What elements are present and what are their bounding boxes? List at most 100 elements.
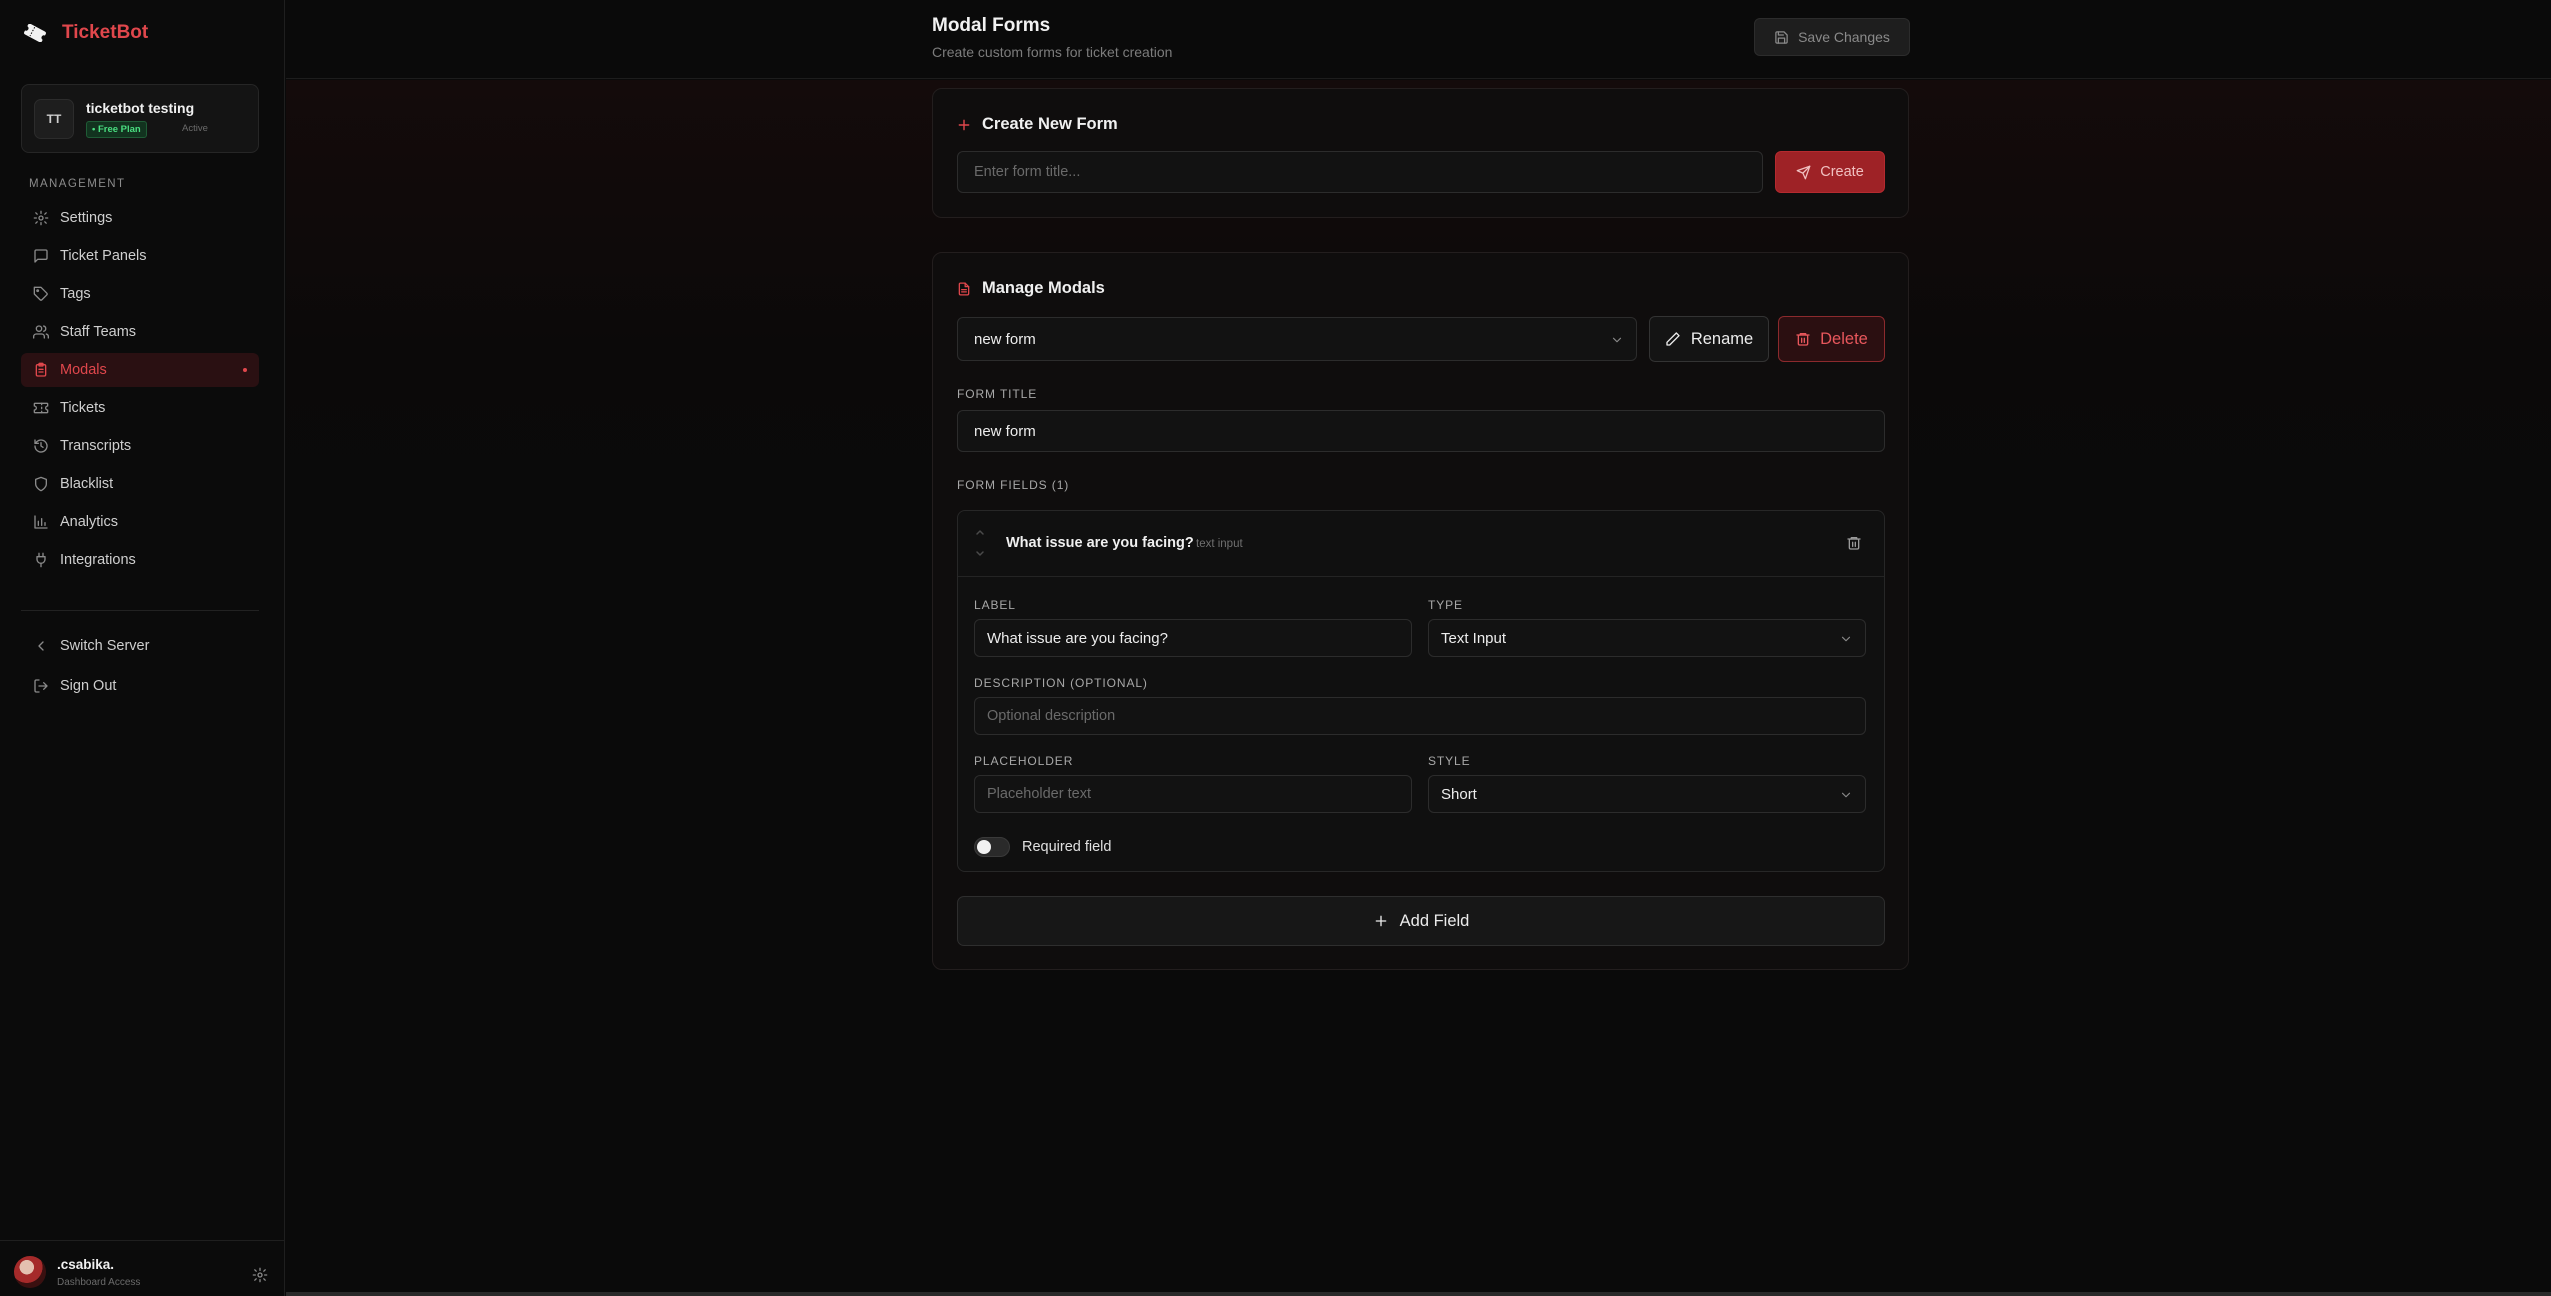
form-title-value: new form (974, 422, 1036, 440)
ticket-icon (33, 400, 49, 416)
sidebar-item-tags[interactable]: Tags (21, 277, 259, 311)
server-avatar: TT (34, 99, 74, 139)
sidebar-item-label: Settings (60, 210, 113, 226)
add-field-label: Add Field (1399, 911, 1470, 930)
sidebar-item-label: Tickets (60, 400, 106, 416)
server-status: Active (182, 123, 208, 134)
sidebar-item-label: Analytics (60, 514, 119, 530)
form-title-input[interactable] (957, 151, 1763, 193)
delete-button[interactable]: Delete (1778, 316, 1885, 362)
sidebar-item-staff-teams[interactable]: Staff Teams (21, 315, 259, 349)
modal-select-value: new form (974, 330, 1036, 348)
sidebar-item-label: Modals (60, 362, 107, 378)
sidebar-item-settings[interactable]: Settings (21, 201, 259, 235)
field-style-select[interactable]: Short (1428, 775, 1866, 813)
user-role: Dashboard Access (57, 1277, 141, 1288)
plus-icon (1373, 913, 1389, 929)
field-description-input[interactable] (974, 697, 1866, 735)
create-button[interactable]: Create (1775, 151, 1885, 193)
brand[interactable]: TicketBot (22, 22, 148, 44)
chevron-down-icon (1610, 333, 1624, 347)
form-title-label: FORM TITLE (957, 387, 1038, 401)
description-caption: DESCRIPTION (OPTIONAL) (974, 676, 1148, 690)
chevron-down-icon (1839, 788, 1853, 802)
label-caption: LABEL (974, 598, 1016, 612)
sidebar-item-transcripts[interactable]: Transcripts (21, 429, 259, 463)
sidebar-item-analytics[interactable]: Analytics (21, 505, 259, 539)
create-button-label: Create (1820, 164, 1864, 180)
sidebar-item-label: Transcripts (60, 438, 132, 454)
tag-icon (33, 286, 49, 302)
create-form-title-label: Create New Form (982, 115, 1118, 133)
page-header: Modal Forms Create custom forms for tick… (286, 0, 2551, 79)
manage-modals-card: Manage Modals new form Rename Delete FOR… (932, 252, 1909, 970)
sidebar-item-label: Tags (60, 286, 91, 302)
manage-modals-title: Manage Modals (957, 279, 1105, 298)
form-field-item: What issue are you facing? text input LA… (957, 510, 1885, 872)
brand-name: TicketBot (62, 22, 149, 43)
send-icon (1796, 165, 1811, 180)
gear-icon (33, 210, 49, 226)
sidebar: TicketBot TT ticketbot testing • Free Pl… (0, 0, 285, 1296)
sidebar-item-ticket-panels[interactable]: Ticket Panels (21, 239, 259, 273)
form-fields-label: FORM FIELDS (1) (957, 478, 1070, 492)
sidebar-item-integrations[interactable]: Integrations (21, 543, 259, 577)
shield-icon (33, 476, 49, 492)
user-name: .csabika. (57, 1257, 115, 1272)
form-field-header[interactable]: What issue are you facing? text input (958, 511, 1884, 577)
page-title: Modal Forms (932, 15, 1051, 36)
chevron-down-icon (1839, 632, 1853, 646)
manage-modals-title-label: Manage Modals (982, 279, 1105, 297)
sign-out-button[interactable]: Sign Out (21, 669, 259, 703)
sidebar-item-modals[interactable]: Modals (21, 353, 259, 387)
log-out-icon (33, 678, 49, 694)
field-type-value: Text Input (1441, 629, 1507, 647)
sidebar-item-label: Ticket Panels (60, 248, 147, 264)
field-label-value: What issue are you facing? (987, 629, 1168, 647)
plus-icon (957, 118, 971, 132)
form-field-type-tag: text input (1196, 538, 1243, 550)
field-type-select[interactable]: Text Input (1428, 619, 1866, 657)
users-icon (33, 324, 49, 340)
sidebar-item-label: Staff Teams (60, 324, 137, 340)
plan-badge: • Free Plan (86, 121, 147, 138)
file-text-icon (957, 282, 971, 296)
add-field-button[interactable]: Add Field (957, 896, 1885, 946)
bottom-scrollbar[interactable] (286, 1292, 2551, 1296)
bar-chart-icon (33, 514, 49, 530)
plug-icon (33, 552, 49, 568)
trash-icon[interactable] (1846, 535, 1862, 551)
switch-server-button[interactable]: Switch Server (21, 629, 259, 663)
gear-icon[interactable] (252, 1267, 268, 1283)
section-label-management: MANAGEMENT (29, 178, 126, 190)
sidebar-item-label: Integrations (60, 552, 136, 568)
placeholder-caption: PLACEHOLDER (974, 754, 1074, 768)
chevron-left-icon (33, 638, 49, 654)
modal-select[interactable]: new form (957, 317, 1637, 361)
switch-server-label: Switch Server (60, 638, 150, 654)
pencil-icon (1665, 331, 1681, 347)
field-placeholder-input[interactable] (974, 775, 1412, 813)
rename-button-label: Rename (1690, 329, 1754, 348)
reorder-arrows-icon[interactable] (974, 526, 986, 560)
server-card[interactable]: TT ticketbot testing • Free Plan Active (21, 84, 259, 153)
save-changes-label: Save Changes (1798, 29, 1890, 45)
server-name: ticketbot testing (86, 100, 195, 116)
save-icon (1774, 30, 1789, 45)
field-label-input[interactable]: What issue are you facing? (974, 619, 1412, 657)
sidebar-item-tickets[interactable]: Tickets (21, 391, 259, 425)
ticket-icon (22, 24, 48, 42)
history-icon (33, 438, 49, 454)
required-toggle[interactable] (974, 837, 1010, 857)
create-form-card: Create New Form Create (932, 88, 1909, 218)
form-title-field[interactable]: new form (957, 410, 1885, 452)
avatar[interactable] (14, 1256, 46, 1288)
sidebar-item-label: Blacklist (60, 476, 114, 492)
sidebar-divider (21, 610, 259, 611)
rename-button[interactable]: Rename (1649, 316, 1769, 362)
create-form-title: Create New Form (957, 115, 1118, 134)
form-field-name: What issue are you facing? (1006, 535, 1194, 551)
required-toggle-label: Required field (1022, 839, 1112, 855)
sidebar-item-blacklist[interactable]: Blacklist (21, 467, 259, 501)
save-changes-button[interactable]: Save Changes (1754, 18, 1910, 56)
